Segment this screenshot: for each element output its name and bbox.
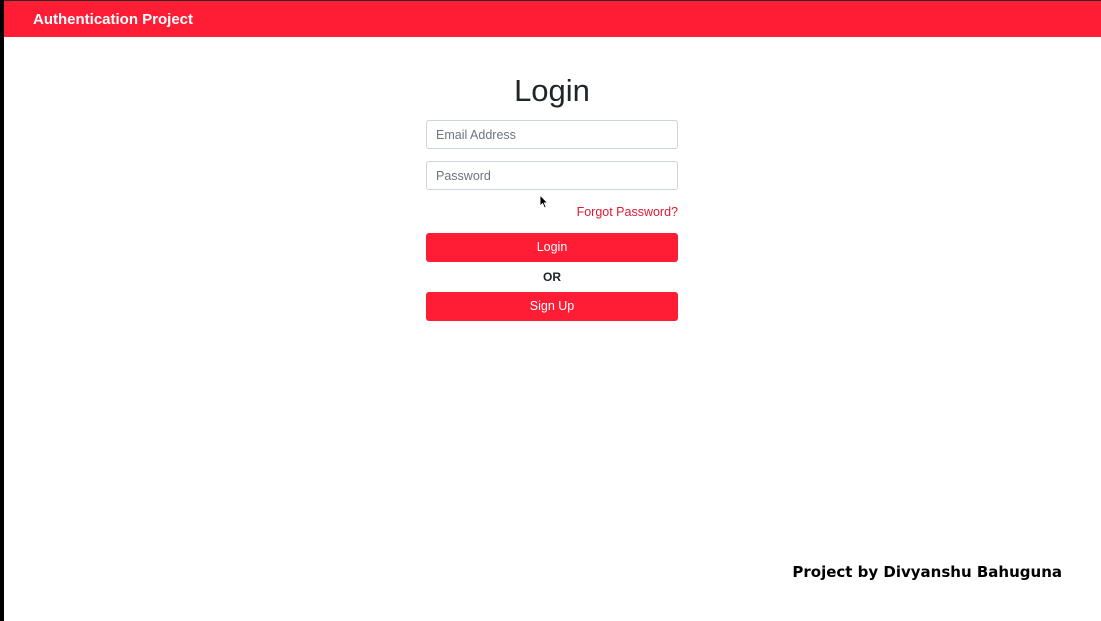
mouse-pointer-icon xyxy=(539,194,549,209)
navbar-brand[interactable]: Authentication Project xyxy=(33,11,193,29)
navbar: Authentication Project xyxy=(4,0,1101,37)
forgot-password-link[interactable]: Forgot Password? xyxy=(426,204,678,220)
or-separator: OR xyxy=(543,270,561,284)
login-title: Login xyxy=(514,73,590,108)
email-input[interactable] xyxy=(426,120,678,149)
password-input[interactable] xyxy=(426,161,678,190)
signup-button[interactable]: Sign Up xyxy=(426,292,678,321)
page: Authentication Project Login Forgot Pass… xyxy=(4,0,1101,621)
login-button[interactable]: Login xyxy=(426,233,678,262)
footer-credit: Project by Divyanshu Bahuguna xyxy=(792,563,1062,581)
